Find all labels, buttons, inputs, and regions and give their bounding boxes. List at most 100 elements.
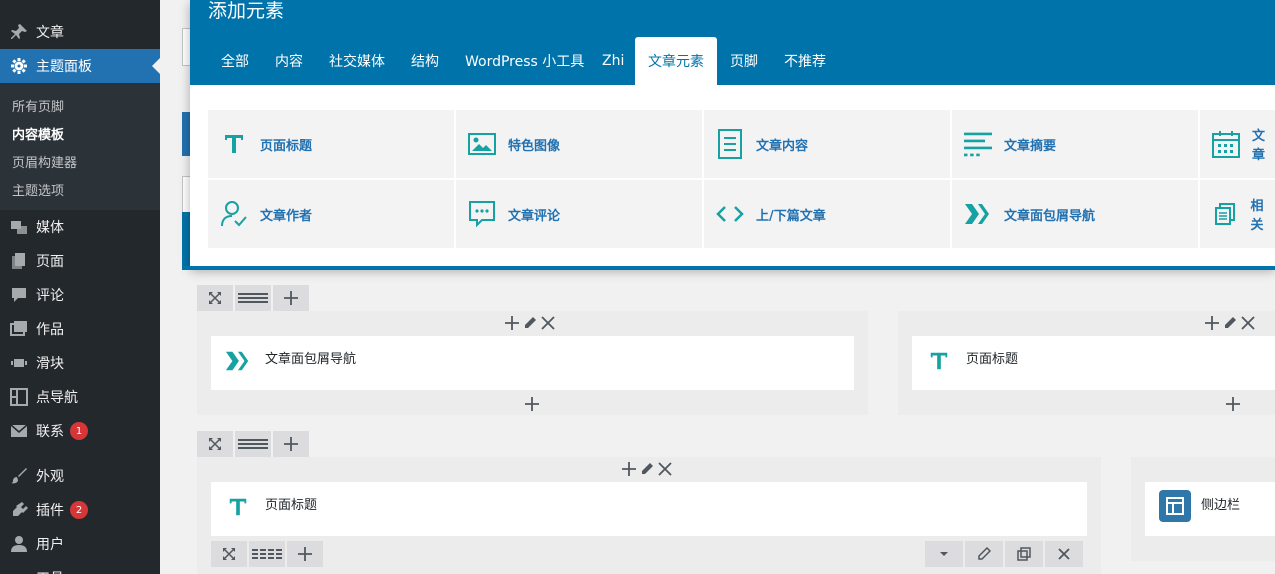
menu-item-comments[interactable]: 评论 — [0, 278, 160, 312]
excerpt-icon — [964, 130, 992, 158]
columns-layout-icon[interactable] — [249, 541, 285, 567]
menu-item-label: 页面 — [36, 254, 64, 270]
inner-row-toolbar — [211, 541, 325, 567]
submenu-theme-options[interactable]: 主题选项 — [12, 180, 64, 199]
tab-all[interactable]: 全部 — [208, 37, 262, 85]
row-2-toolbar — [197, 431, 311, 457]
menu-item-portfolio[interactable]: 作品 — [0, 312, 160, 346]
pencil-icon[interactable] — [523, 315, 537, 334]
menu-item-theme-panel[interactable]: 主题面板 — [0, 49, 160, 83]
add-icon[interactable] — [525, 395, 539, 416]
menu-item-label: 文章 — [36, 25, 64, 41]
element-label: 文章面包屑导航 — [1004, 208, 1096, 224]
tab-footer[interactable]: 页脚 — [717, 37, 771, 85]
module-sidebar[interactable]: 侧边栏 — [1145, 482, 1275, 536]
menu-item-label: 用户 — [36, 537, 64, 553]
submenu: 所有页脚 内容模板 页眉构建器 主题选项 — [0, 83, 160, 210]
module-breadcrumb[interactable]: 文章面包屑导航 — [211, 336, 854, 390]
expand-icon[interactable] — [197, 431, 233, 457]
column-tools — [505, 315, 555, 334]
row-1-toolbar — [197, 285, 311, 311]
add-icon[interactable] — [622, 461, 636, 480]
pencil-icon[interactable] — [1223, 315, 1237, 334]
element-post-excerpt[interactable]: 文章摘要 — [952, 110, 1198, 178]
add-icon[interactable] — [505, 315, 519, 334]
title-t-icon — [225, 494, 251, 520]
tab-structure[interactable]: 结构 — [398, 37, 452, 85]
expand-icon[interactable] — [211, 541, 247, 567]
pencil-icon[interactable] — [640, 461, 654, 480]
add-row-icon[interactable] — [273, 431, 309, 457]
title-t-icon — [926, 348, 952, 374]
close-icon[interactable] — [1045, 541, 1083, 567]
element-label: 上/下篇文章 — [756, 208, 826, 224]
user-icon — [10, 535, 28, 553]
column-tools — [622, 461, 672, 480]
menu-item-slider[interactable]: 滑块 — [0, 346, 160, 380]
menu-item-label: 作品 — [36, 322, 64, 338]
add-icon[interactable] — [1226, 395, 1240, 416]
menu-item-tools[interactable]: 工具 — [0, 561, 160, 574]
menu-item-posts[interactable]: 文章 — [0, 15, 160, 49]
element-label: 相关 — [1250, 199, 1264, 233]
gear-icon — [10, 57, 28, 75]
element-post-date[interactable]: 文章 — [1200, 110, 1275, 178]
tab-social-media[interactable]: 社交媒体 — [316, 37, 398, 85]
code-arrows-icon — [716, 200, 744, 228]
related-icon — [1212, 200, 1238, 228]
menu-item-label: 工具 — [36, 568, 64, 574]
expand-icon[interactable] — [197, 285, 233, 311]
duplicate-icon[interactable] — [1005, 541, 1043, 567]
pencil-icon[interactable] — [965, 541, 1003, 567]
element-page-title[interactable]: 页面标题 — [208, 110, 454, 178]
columns-layout-icon[interactable] — [235, 431, 271, 457]
module-page-title[interactable]: 页面标题 — [912, 336, 1275, 390]
module-label: 文章面包屑导航 — [265, 352, 357, 367]
element-post-comments[interactable]: 文章评论 — [456, 180, 702, 248]
tab-post-elements[interactable]: 文章元素 — [635, 37, 717, 85]
menu-item-pages[interactable]: 页面 — [0, 244, 160, 278]
row-2-column-1: 页面标题 — [197, 457, 1101, 574]
element-related-posts[interactable]: 相关 — [1200, 180, 1275, 248]
menu-item-dot-nav[interactable]: 点导航 — [0, 380, 160, 414]
menu-item-plugins[interactable]: 插件 2 — [0, 493, 160, 527]
add-column-icon[interactable] — [287, 541, 323, 567]
tab-zhi[interactable]: Zhi — [589, 37, 637, 85]
dropdown-icon[interactable] — [925, 541, 963, 567]
close-icon[interactable] — [1241, 315, 1255, 334]
close-icon[interactable] — [658, 461, 672, 480]
tab-wordpress-widgets[interactable]: WordPress 小工具 — [452, 37, 597, 85]
menu-item-label: 主题面板 — [36, 59, 92, 75]
module-page-title[interactable]: 页面标题 — [211, 482, 1087, 536]
submenu-header-builder[interactable]: 页眉构建器 — [12, 152, 77, 171]
element-featured-image[interactable]: 特色图像 — [456, 110, 702, 178]
page-icon — [10, 252, 28, 270]
menu-item-media[interactable]: 媒体 — [0, 210, 160, 244]
tab-deprecated[interactable]: 不推荐 — [771, 37, 839, 85]
row-1-column-1: 文章面包屑导航 — [197, 311, 868, 415]
menu-item-contact[interactable]: 联系 1 — [0, 414, 160, 448]
comment-icon — [10, 286, 28, 304]
tab-content[interactable]: 内容 — [262, 37, 316, 85]
submenu-all-footers[interactable]: 所有页脚 — [12, 96, 64, 115]
menu-item-appearance[interactable]: 外观 — [0, 459, 160, 493]
element-label: 文章作者 — [260, 208, 313, 224]
pushpin-icon — [10, 23, 28, 41]
add-icon[interactable] — [1205, 315, 1219, 334]
element-post-author[interactable]: 文章作者 — [208, 180, 454, 248]
menu-item-users[interactable]: 用户 — [0, 527, 160, 561]
add-row-icon[interactable] — [273, 285, 309, 311]
close-icon[interactable] — [541, 315, 555, 334]
menu-item-label: 滑块 — [36, 356, 64, 372]
element-post-content[interactable]: 文章内容 — [704, 110, 950, 178]
element-label: 页面标题 — [260, 138, 313, 154]
element-post-breadcrumb[interactable]: 文章面包屑导航 — [952, 180, 1198, 248]
row-1-column-2: 页面标题 — [898, 311, 1275, 415]
submenu-content-templates[interactable]: 内容模板 — [12, 124, 64, 143]
contact-count-badge: 1 — [70, 422, 88, 440]
columns-layout-icon[interactable] — [235, 285, 271, 311]
element-prev-next-post[interactable]: 上/下篇文章 — [704, 180, 950, 248]
brush-icon — [10, 467, 28, 485]
element-label: 文章摘要 — [1004, 138, 1057, 154]
element-label: 文章评论 — [508, 208, 561, 224]
